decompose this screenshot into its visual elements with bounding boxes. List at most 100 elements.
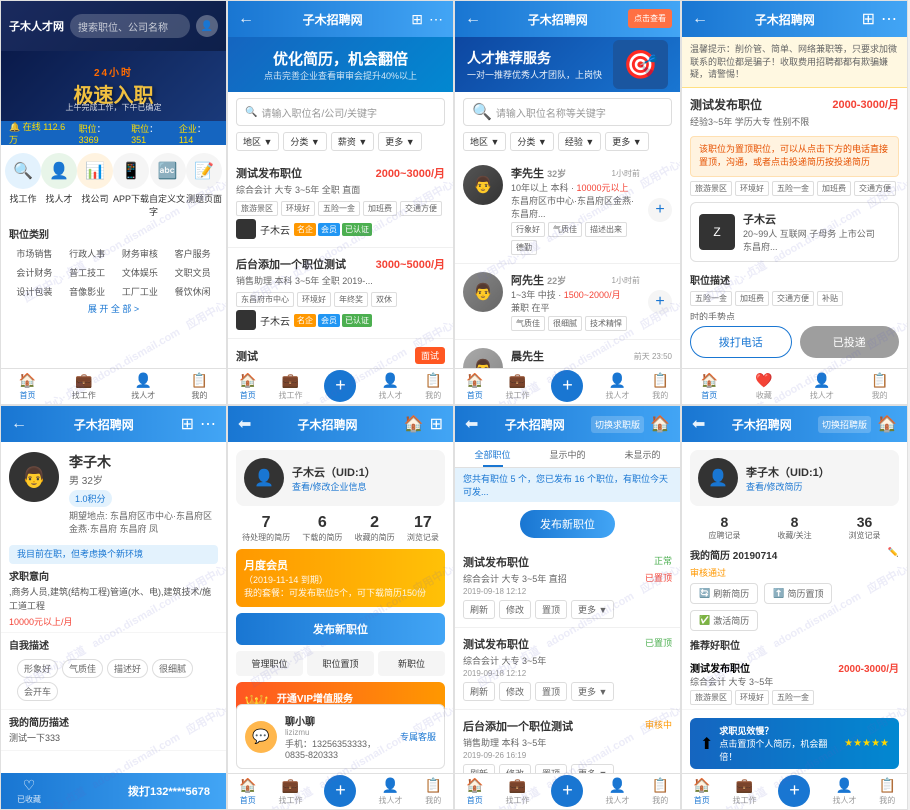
- cat-item[interactable]: 财务审核: [115, 245, 166, 262]
- upgrade-banner[interactable]: ⬆ 求职见效慢？ 点击置顶个人简历，机会翻倍！ ★★★★★: [690, 718, 899, 769]
- cat-item[interactable]: 会计财务: [9, 264, 60, 281]
- action-top[interactable]: 置顶: [535, 600, 567, 619]
- job-search-bar[interactable]: 🔍 请输入职位名/公司/关键字: [236, 98, 445, 126]
- nav-job-7[interactable]: 💼 找工作: [505, 777, 529, 806]
- filter-salary[interactable]: 薪资 ▼: [331, 132, 374, 151]
- home-icon-8[interactable]: 🏠: [877, 414, 897, 434]
- employer-sub[interactable]: 查看/修改企业信息: [292, 480, 437, 493]
- nav-talent-3[interactable]: 👤 找人才: [605, 372, 629, 401]
- nav-home-2[interactable]: 🏠 首页: [239, 372, 256, 401]
- nav-me-8[interactable]: 📋 我的: [879, 777, 896, 806]
- add-candidate-btn[interactable]: +: [648, 198, 672, 222]
- cat-item[interactable]: 文职文员: [167, 264, 218, 281]
- cat-item[interactable]: 市场销售: [9, 245, 60, 262]
- nav-home-7[interactable]: 🏠 首页: [466, 777, 483, 806]
- filter-exp-3[interactable]: 经验 ▼: [558, 132, 601, 151]
- collect-heart-icon[interactable]: ♡: [23, 777, 36, 794]
- add-candidate-btn-2[interactable]: +: [648, 290, 672, 314]
- candidate-1[interactable]: 👨 李先生 32岁 1小时前 10年以上 本科 · 10000元以上 东昌府区市…: [455, 157, 680, 264]
- add-job-btn[interactable]: 新职位: [378, 651, 445, 676]
- post-job-btn[interactable]: 发布新职位: [520, 510, 615, 538]
- filter-area-3[interactable]: 地区 ▼: [463, 132, 506, 151]
- cat-item[interactable]: 餐饮休闲: [167, 283, 218, 300]
- edit-icon-8[interactable]: ✏️: [888, 547, 899, 562]
- resume-banner[interactable]: 优化简历，机会翻倍 点击完善企业查看审审会提升40%以上: [228, 37, 453, 92]
- nav-talent-2[interactable]: 👤 找人才: [378, 372, 402, 401]
- back-icon-8[interactable]: ⬅: [692, 414, 705, 434]
- nav-plus-2[interactable]: +: [324, 370, 356, 404]
- nav-talent-6[interactable]: 👤 找人才: [378, 777, 402, 806]
- top-resume-btn[interactable]: ⬆️ 简历置顶: [764, 583, 832, 604]
- cat-item[interactable]: 普工技工: [62, 264, 113, 281]
- manage-job-btn[interactable]: 管理职位: [236, 651, 303, 676]
- icon-quiz[interactable]: 📝 测题页面: [186, 153, 222, 218]
- search-bar[interactable]: 搜索职位、公司名称: [70, 14, 190, 38]
- nav-me-6[interactable]: 📋 我的: [425, 777, 442, 806]
- nav-collect-4[interactable]: ❤️ 收藏: [755, 372, 772, 401]
- grid-icon-5[interactable]: ⊞: [181, 414, 194, 434]
- nav-job-6[interactable]: 💼 找工作: [278, 777, 302, 806]
- nav-me-3[interactable]: 📋 我的: [652, 372, 669, 401]
- nav-plus-3[interactable]: +: [551, 370, 583, 404]
- nav-me-2[interactable]: 📋 我的: [425, 372, 442, 401]
- filter-category[interactable]: 分类 ▼: [283, 132, 326, 151]
- home-icon-7[interactable]: 🏠: [650, 414, 670, 434]
- icon-find-job[interactable]: 🔍 找工作: [5, 153, 41, 218]
- nav-find-job[interactable]: 💼 找工作: [72, 372, 96, 401]
- nav-plus-6[interactable]: +: [324, 775, 356, 809]
- icon-find-talent[interactable]: 👤 找人才: [41, 153, 77, 218]
- nav-talent-7[interactable]: 👤 找人才: [605, 777, 629, 806]
- switch-mode-icon[interactable]: 切换求职版: [591, 416, 644, 433]
- cat-item[interactable]: 设计包装: [9, 283, 60, 300]
- talent-search[interactable]: 🔍 请输入职位名称等关键字: [463, 98, 672, 126]
- nav-job-8[interactable]: 💼 找工作: [732, 777, 756, 806]
- filter-area[interactable]: 地区 ▼: [236, 132, 279, 151]
- nav-job-3[interactable]: 💼 找工作: [505, 372, 529, 401]
- nav-home-3[interactable]: 🏠 首页: [466, 372, 483, 401]
- switch-mode-icon-8[interactable]: 切换招聘版: [818, 416, 871, 433]
- rec-job-1[interactable]: 测试发布职位 2000-3000/月 综合会计 大专 3~5年 旅游景区 环境好…: [682, 656, 907, 710]
- nav-plus-8[interactable]: +: [778, 775, 810, 809]
- cat-item[interactable]: 文体娱乐: [115, 264, 166, 281]
- nav-talent-8[interactable]: 👤 找人才: [832, 777, 856, 806]
- nav-home-4[interactable]: 🏠 首页: [701, 372, 718, 401]
- more-icon-4[interactable]: ⋯: [881, 9, 897, 29]
- nav-talent-4[interactable]: 👤 找人才: [810, 372, 834, 401]
- back-icon-5[interactable]: ←: [11, 415, 27, 433]
- nav-home-8[interactable]: 🏠 首页: [693, 777, 710, 806]
- back-icon-3[interactable]: ←: [465, 10, 481, 28]
- action-refresh-2[interactable]: 刷新: [463, 682, 495, 701]
- icon-find-company[interactable]: 📊 找公司: [77, 153, 113, 218]
- activate-resume-btn[interactable]: ✅ 激活简历: [690, 610, 758, 631]
- icon-custom[interactable]: 🔤 自定义文字: [149, 153, 186, 218]
- call-button[interactable]: 拨打电话: [690, 326, 792, 358]
- more-icon[interactable]: ⋯: [429, 11, 443, 28]
- user-avatar[interactable]: 👤: [196, 15, 218, 37]
- home-btn-6[interactable]: 🏠: [404, 414, 424, 434]
- cta-button[interactable]: 点击查看: [628, 9, 672, 28]
- action-top-2[interactable]: 置顶: [535, 682, 567, 701]
- nav-job-2[interactable]: 💼 找工作: [278, 372, 302, 401]
- tab-all-jobs[interactable]: 全部职位: [455, 442, 530, 467]
- nav-home-6[interactable]: 🏠 首页: [239, 777, 256, 806]
- action-more-2[interactable]: 更多 ▼: [571, 682, 614, 701]
- call-phone-button[interactable]: 拨打132****5678: [128, 783, 210, 799]
- nav-find-talent[interactable]: 👤 找人才: [131, 372, 155, 401]
- share-icon[interactable]: ⊞: [862, 9, 875, 29]
- apply-button[interactable]: 已投递: [800, 326, 900, 358]
- cat-item[interactable]: 客户服务: [167, 245, 218, 262]
- tab-active-jobs[interactable]: 显示中的: [530, 442, 605, 467]
- back-icon[interactable]: ←: [238, 10, 254, 28]
- nav-profile[interactable]: 📋 我的: [191, 372, 208, 401]
- cat-item[interactable]: 工厂工业: [115, 283, 166, 300]
- nav-plus-7[interactable]: +: [551, 775, 583, 809]
- post-new-job-btn[interactable]: 发布新职位: [236, 613, 445, 645]
- back-icon-6[interactable]: ⬅: [238, 414, 251, 434]
- action-edit[interactable]: 修改: [499, 600, 531, 619]
- nav-me-4[interactable]: 📋 我的: [871, 372, 888, 401]
- candidate-2[interactable]: 👨 阿先生 22岁 1小时前 1~3年 中技 · 1500~2000/月 兼职 …: [455, 264, 680, 340]
- job-card-2[interactable]: 后台添加一个职位测试 销售助理 本科 3~5年 全职 2019-... 3000…: [228, 248, 453, 339]
- chat-box[interactable]: 💬 聊小聊 lizizmu 手机：13256353333，0835-820333…: [236, 704, 445, 769]
- user-sub-8[interactable]: 查看/修改简历: [746, 480, 830, 493]
- refresh-resume-btn[interactable]: 🔄 刷新简历: [690, 583, 758, 604]
